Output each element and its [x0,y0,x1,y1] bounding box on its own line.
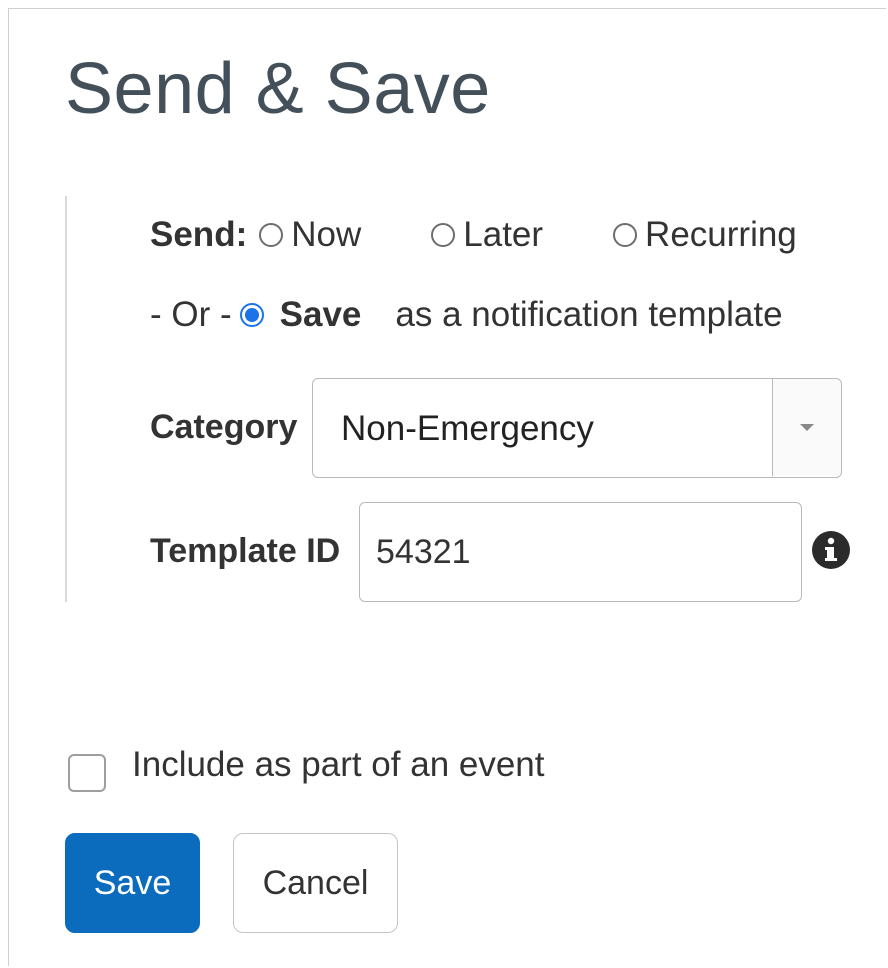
page-title: Send & Save [65,49,491,129]
category-dropdown-toggle[interactable] [772,379,841,476]
send-later-option[interactable]: Later [419,215,543,255]
send-now-radio[interactable] [259,223,284,247]
send-now-label: Now [291,215,362,254]
send-recurring-option[interactable]: Recurring [601,215,797,255]
save-template-option[interactable]: Save [232,295,362,335]
save-template-label: Save [279,295,362,334]
category-select[interactable]: Non-Emergency [312,378,842,478]
send-later-radio[interactable] [431,223,456,247]
section-divider [65,196,67,602]
send-options-row: Send: Now Later Recurring [150,213,797,257]
include-event-checkbox[interactable] [68,754,106,792]
send-label: Send: [150,215,248,254]
save-button[interactable]: Save [65,833,200,933]
caret-down-icon [800,424,814,431]
dialog-frame [8,8,886,966]
save-template-row: - Or - Save as a notification template [150,293,783,337]
cancel-button[interactable]: Cancel [233,833,398,933]
send-recurring-label: Recurring [645,215,797,254]
category-label: Category [150,408,298,446]
save-template-suffix: as a notification template [395,295,783,334]
send-now-option[interactable]: Now [247,215,361,255]
save-template-radio[interactable] [239,303,264,327]
or-separator: - Or - [150,295,232,334]
info-circle-icon[interactable] [811,530,851,570]
include-event-label[interactable]: Include as part of an event [132,745,545,785]
send-recurring-radio[interactable] [613,223,638,247]
send-later-label: Later [463,215,544,254]
template-id-label: Template ID [150,532,341,570]
template-id-input[interactable] [359,502,802,602]
category-selected-value: Non-Emergency [341,409,594,448]
